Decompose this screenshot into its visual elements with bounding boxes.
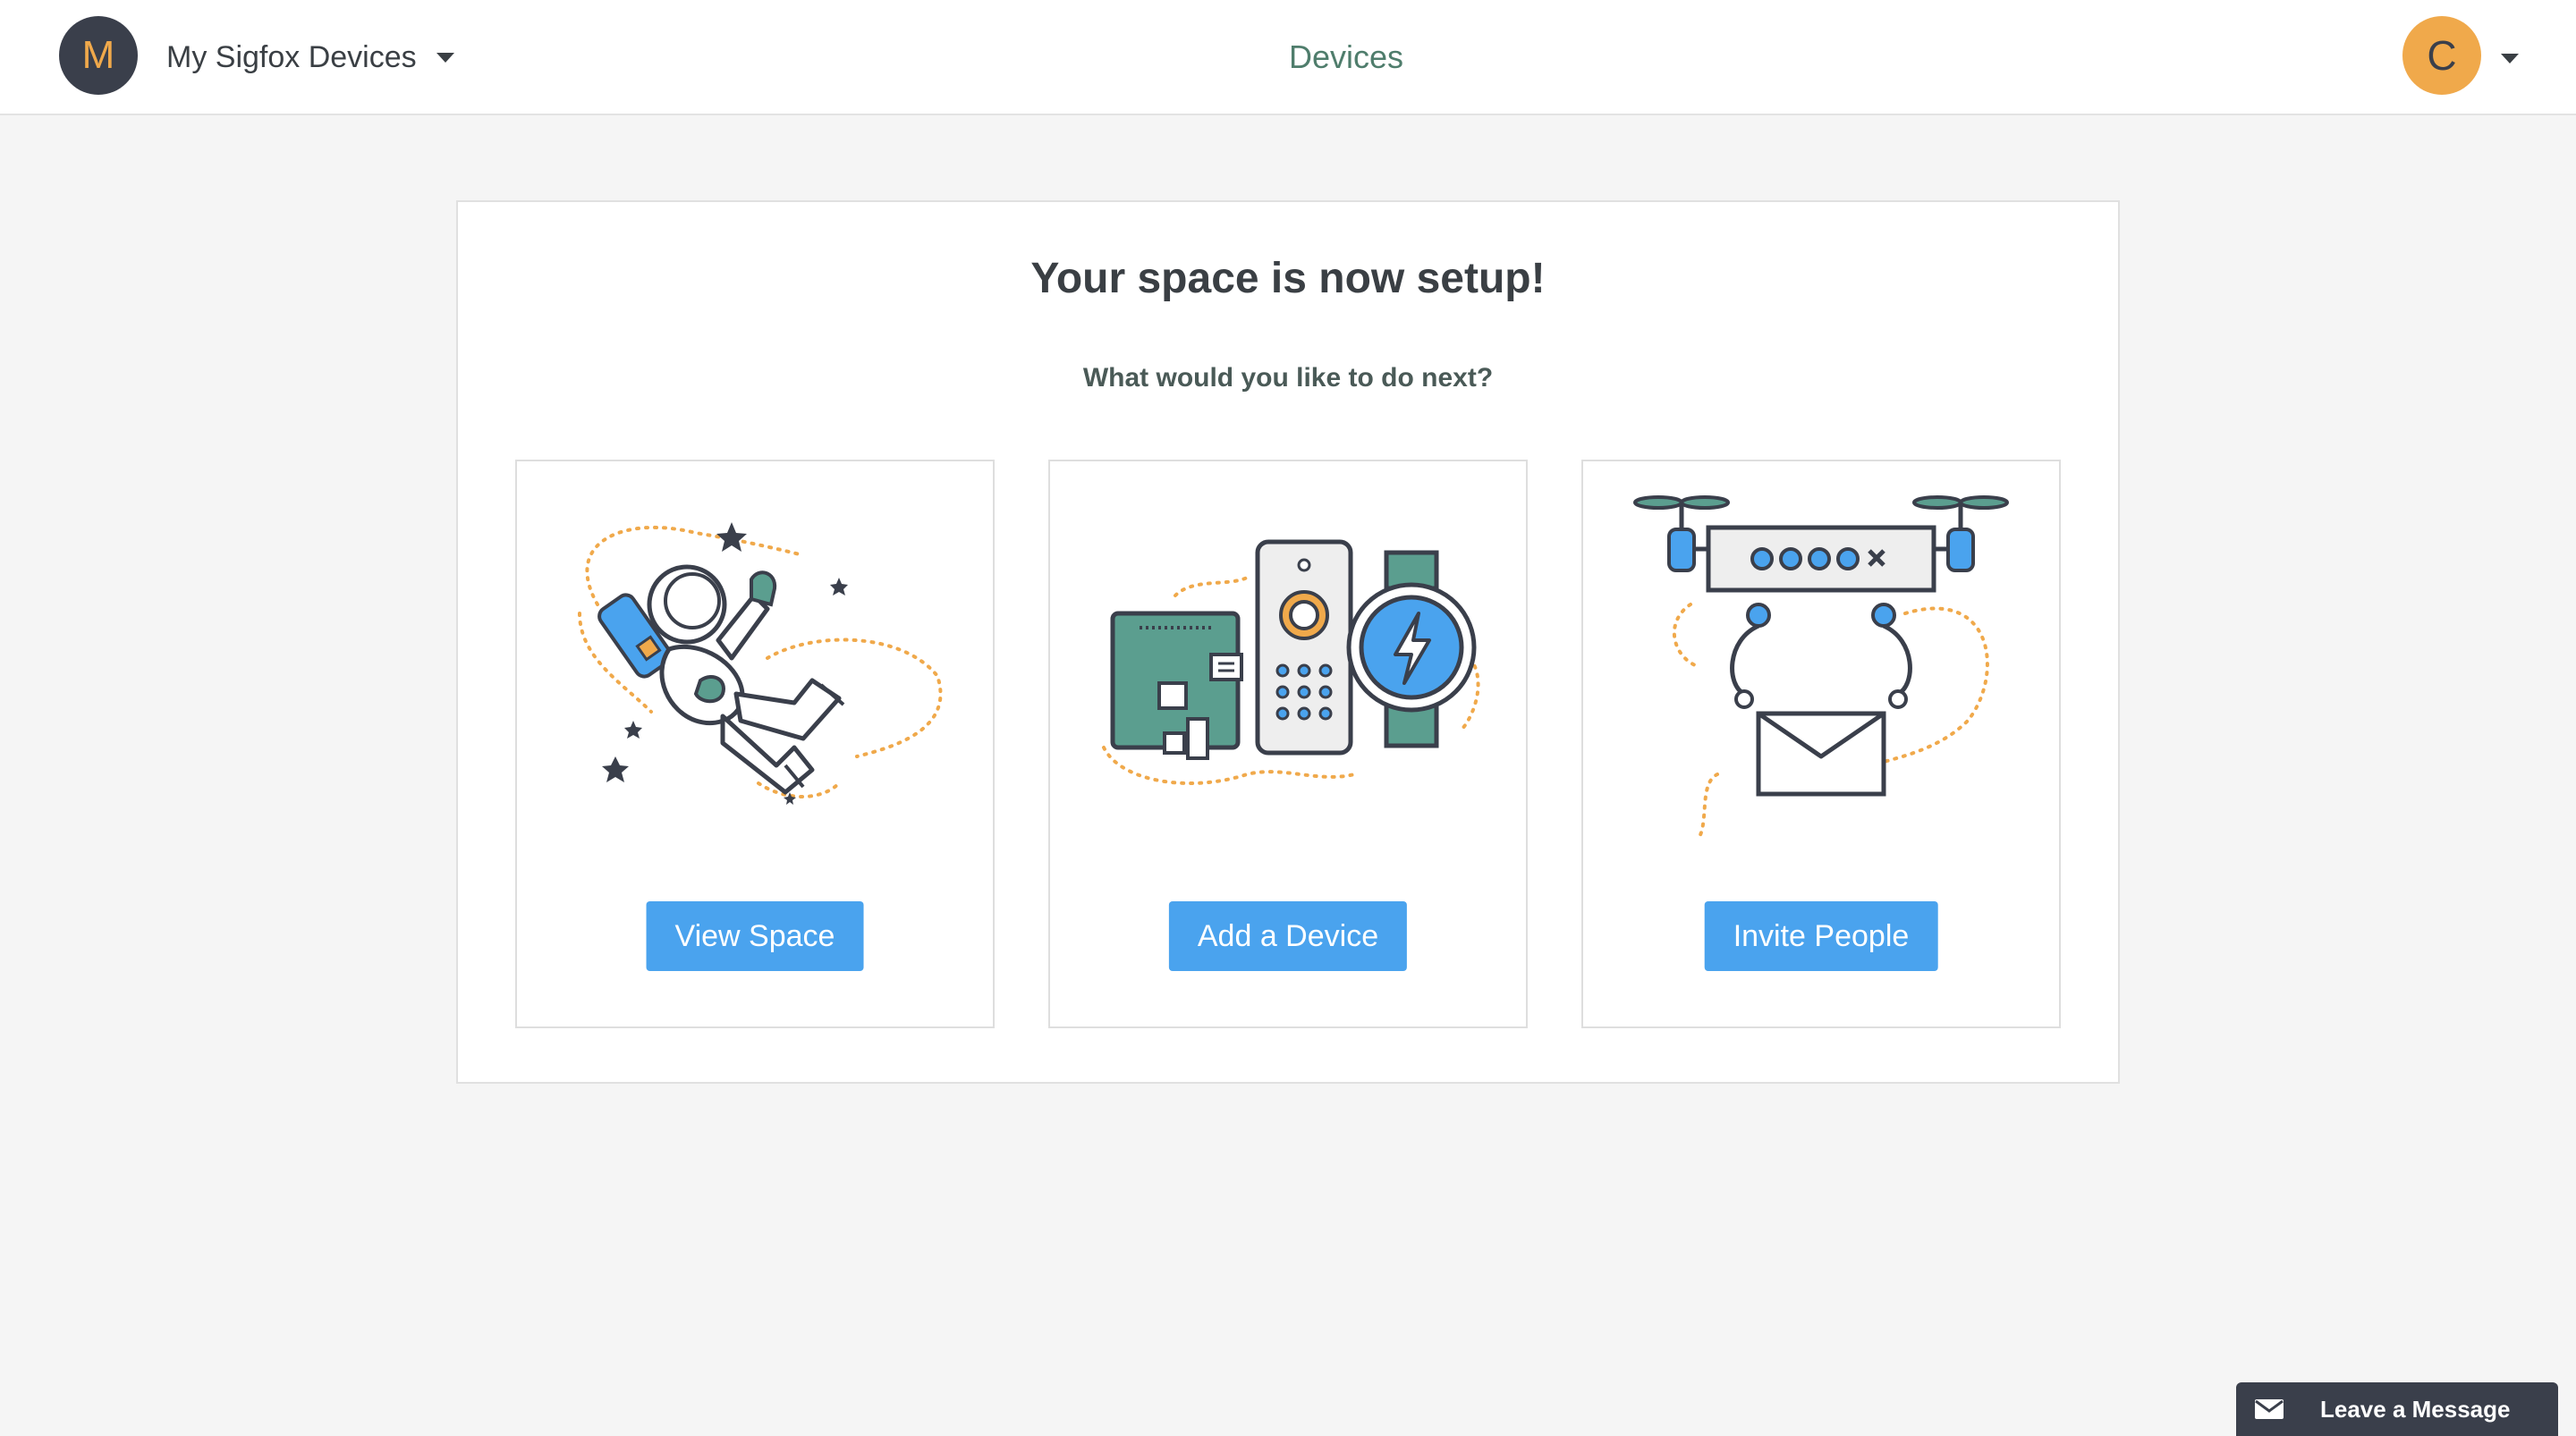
user-menu-chevron-icon[interactable] — [2501, 54, 2519, 63]
option-card-add-device: Add a Device — [1048, 460, 1528, 1028]
view-space-button[interactable]: View Space — [646, 901, 864, 971]
devices-illustration — [1102, 539, 1480, 785]
space-switcher[interactable]: My Sigfox Devices — [166, 34, 454, 80]
setup-complete-panel: Your space is now setup! What would you … — [456, 200, 2120, 1084]
top-bar: M My Sigfox Devices Devices C — [0, 0, 2576, 115]
nav-devices[interactable]: Devices — [1289, 38, 1403, 75]
space-avatar[interactable]: M — [59, 16, 138, 95]
space-name: My Sigfox Devices — [166, 39, 417, 74]
chevron-down-icon — [436, 52, 454, 63]
envelope-icon — [2255, 1399, 2284, 1419]
option-card-invite-people: Invite People — [1581, 460, 2061, 1028]
leave-message-button[interactable]: Leave a Message — [2236, 1382, 2558, 1436]
astronaut-illustration — [578, 522, 943, 805]
page-subtitle: What would you like to do next? — [1082, 363, 1494, 393]
leave-message-label: Leave a Message — [2320, 1395, 2511, 1423]
drone-envelope-illustration — [1633, 495, 2009, 837]
add-device-button[interactable]: Add a Device — [1168, 901, 1408, 971]
invite-people-button[interactable]: Invite People — [1704, 901, 1938, 971]
user-avatar[interactable]: C — [2402, 16, 2481, 95]
page-title: Your space is now setup! — [1030, 255, 1546, 302]
option-card-view-space: View Space — [515, 460, 995, 1028]
